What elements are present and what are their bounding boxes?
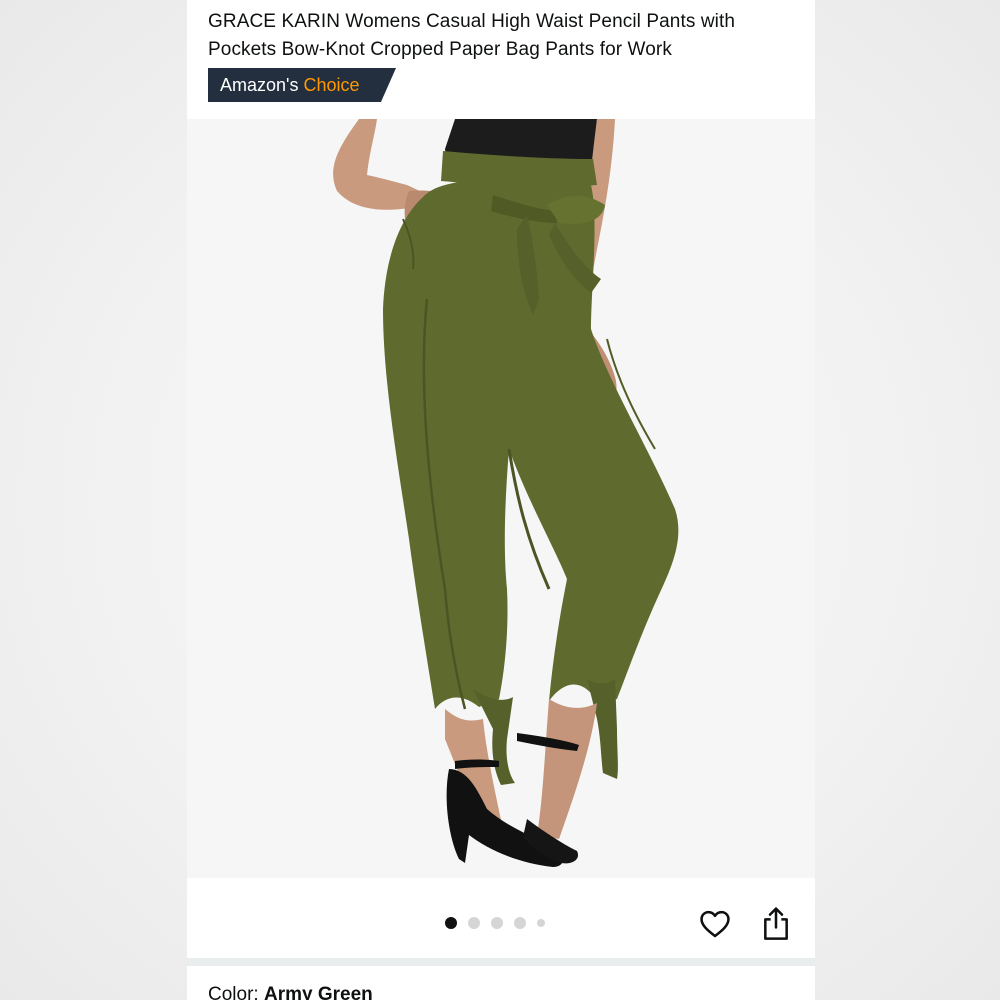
background: GRACE KARIN Womens Casual High Waist Pen…: [0, 0, 1000, 1000]
heart-icon: [700, 910, 730, 938]
color-label: Color:: [208, 984, 259, 1000]
pagination-dot-5[interactable]: [537, 919, 545, 927]
wishlist-button[interactable]: [698, 907, 732, 941]
image-pagination[interactable]: [445, 916, 545, 930]
badge-prefix: Amazon's: [220, 75, 299, 95]
product-photo: [187, 119, 815, 878]
product-title-line-2: Pockets Bow-Knot Cropped Paper Bag Pants…: [208, 39, 672, 60]
product-page: GRACE KARIN Womens Casual High Waist Pen…: [187, 0, 815, 1000]
product-image[interactable]: [187, 119, 815, 878]
color-value: Army Green: [263, 984, 373, 1000]
pagination-dot-4[interactable]: [514, 917, 526, 929]
section-divider: [187, 958, 815, 966]
product-title-line-1: GRACE KARIN Womens Casual High Waist Pen…: [208, 11, 736, 32]
badge-highlight: Choice: [303, 75, 360, 95]
share-button[interactable]: [760, 906, 792, 942]
gallery-controls: [187, 878, 815, 958]
share-icon: [764, 907, 788, 940]
amazons-choice-badge[interactable]: Amazon's Choice: [208, 68, 396, 102]
pagination-dot-2[interactable]: [468, 917, 480, 929]
pagination-dot-1[interactable]: [445, 917, 457, 929]
pagination-dot-3[interactable]: [491, 917, 503, 929]
color-variation[interactable]: Color: Army Green: [208, 984, 373, 1000]
product-title[interactable]: GRACE KARIN Womens Casual High Waist Pen…: [208, 8, 798, 64]
